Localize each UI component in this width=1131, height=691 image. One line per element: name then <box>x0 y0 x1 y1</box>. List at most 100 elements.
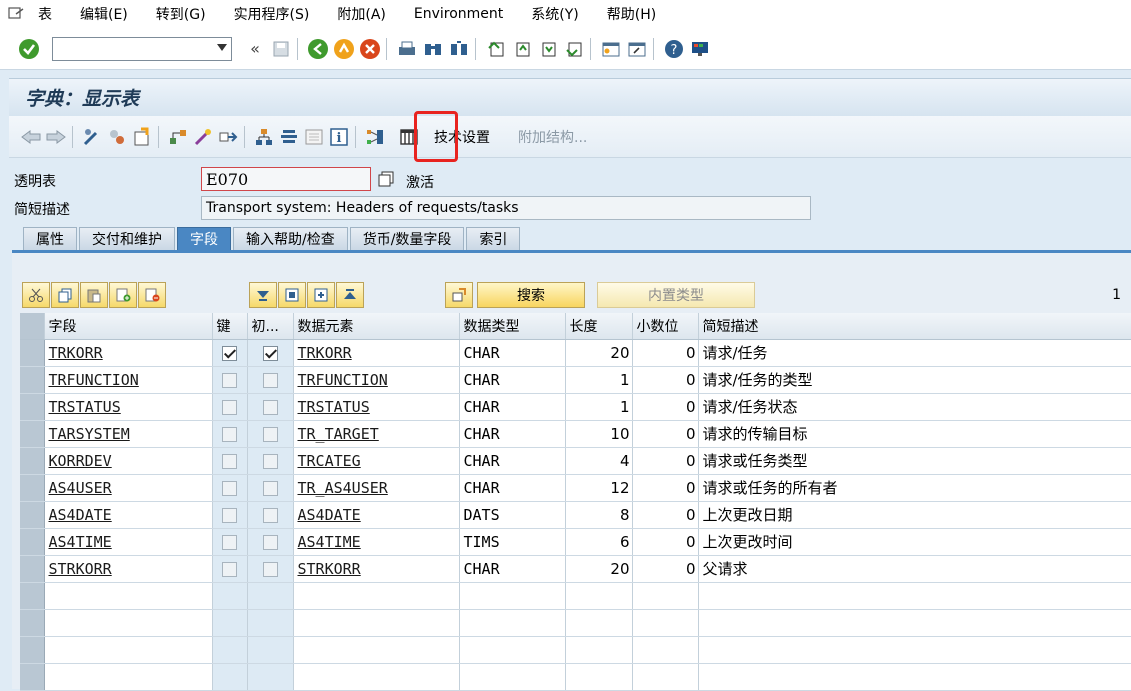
checkbox[interactable] <box>262 372 278 388</box>
data-element-cell[interactable]: STRKORR <box>293 555 460 583</box>
key-checkbox-cell[interactable] <box>212 366 248 394</box>
graph-icon[interactable] <box>364 126 386 148</box>
short-description-field[interactable]: Transport system: Headers of requests/ta… <box>201 196 811 220</box>
tab-attributes[interactable]: 属性 <box>23 227 77 250</box>
arrow-right-icon[interactable] <box>45 126 67 148</box>
row-selector[interactable] <box>20 420 45 448</box>
cut-icon[interactable] <box>22 282 50 308</box>
insert-row-icon[interactable] <box>109 282 137 308</box>
tab-currency-quantity-fields[interactable]: 货币/数量字段 <box>349 227 465 250</box>
row-selector[interactable] <box>20 582 45 610</box>
where-used-list-icon[interactable] <box>445 282 473 308</box>
checkbox[interactable] <box>262 426 278 442</box>
checkbox[interactable] <box>262 534 278 550</box>
menu-edit[interactable]: 编辑(E) <box>80 4 128 24</box>
checkbox[interactable] <box>222 453 237 469</box>
key-checkbox-cell[interactable] <box>212 501 248 529</box>
checkbox[interactable] <box>262 480 278 496</box>
initial-values-checkbox-cell[interactable] <box>247 393 294 421</box>
data-element-cell[interactable] <box>293 609 460 637</box>
initial-values-checkbox-cell[interactable] <box>247 555 294 583</box>
data-element-cell[interactable]: TRSTATUS <box>293 393 460 421</box>
data-element-cell[interactable]: AS4DATE <box>293 501 460 529</box>
column-header-key[interactable]: 键 <box>212 313 248 340</box>
column-header-data-type[interactable]: 数据类型 <box>459 313 566 340</box>
column-header-decimals[interactable]: 小数位 <box>632 313 699 340</box>
field-name-cell[interactable]: AS4DATE <box>44 501 213 529</box>
key-checkbox-cell[interactable] <box>212 582 248 610</box>
find-icon[interactable] <box>422 38 444 60</box>
menu-help[interactable]: 帮助(H) <box>607 4 656 24</box>
navigate-icon[interactable] <box>217 126 239 148</box>
menu-utilities[interactable]: 实用程序(S) <box>234 4 310 24</box>
find-next-icon[interactable] <box>448 38 470 60</box>
activate-icon[interactable] <box>131 126 153 148</box>
delete-row-icon[interactable] <box>138 282 166 308</box>
initial-values-checkbox-cell[interactable] <box>247 501 294 529</box>
include-structure-icon[interactable] <box>307 282 335 308</box>
next-page-icon[interactable] <box>537 38 559 60</box>
initial-values-checkbox-cell[interactable] <box>247 447 294 475</box>
command-field[interactable] <box>52 36 232 61</box>
row-selector[interactable] <box>20 393 45 421</box>
key-checkbox-cell[interactable] <box>212 420 248 448</box>
table-name-field[interactable]: E070 <box>201 167 371 191</box>
checkbox[interactable] <box>262 507 278 523</box>
back-icon[interactable] <box>307 38 329 60</box>
exit-icon[interactable] <box>333 38 355 60</box>
select-all-header[interactable] <box>20 313 45 340</box>
checkbox[interactable] <box>262 345 278 361</box>
column-header-short-description[interactable]: 简短描述 <box>698 313 1131 340</box>
field-name-cell[interactable]: KORRDEV <box>44 447 213 475</box>
checkbox[interactable] <box>222 534 237 550</box>
checkbox[interactable] <box>222 399 237 415</box>
last-page-icon[interactable] <box>563 38 585 60</box>
row-selector[interactable] <box>20 528 45 556</box>
data-element-cell[interactable]: AS4TIME <box>293 528 460 556</box>
check-object-icon[interactable] <box>106 126 128 148</box>
row-selector[interactable] <box>20 447 45 475</box>
field-name-cell[interactable]: TRKORR <box>44 339 213 367</box>
copy-row-icon[interactable] <box>51 282 79 308</box>
tab-indexes[interactable]: 索引 <box>466 227 521 250</box>
key-checkbox-cell[interactable] <box>212 447 248 475</box>
key-checkbox-cell[interactable] <box>212 663 248 691</box>
field-name-cell[interactable]: TRFUNCTION <box>44 366 213 394</box>
checkbox[interactable] <box>222 372 237 388</box>
data-element-cell[interactable] <box>293 582 460 610</box>
display-change-icon[interactable] <box>81 126 103 148</box>
tab-fields[interactable]: 字段 <box>177 227 231 250</box>
where-used-icon[interactable] <box>167 126 189 148</box>
field-name-cell[interactable]: STRKORR <box>44 555 213 583</box>
field-name-cell[interactable]: TRSTATUS <box>44 393 213 421</box>
tab-input-help-check[interactable]: 输入帮助/检查 <box>233 227 348 250</box>
filter-up-icon[interactable] <box>336 282 364 308</box>
checkbox[interactable] <box>222 561 237 577</box>
save-icon[interactable] <box>270 38 292 60</box>
data-element-cell[interactable]: TRFUNCTION <box>293 366 460 394</box>
data-element-cell[interactable]: TR_AS4USER <box>293 474 460 502</box>
menu-extras[interactable]: 附加(A) <box>337 4 386 24</box>
prev-page-icon[interactable] <box>511 38 533 60</box>
tab-delivery-maintenance[interactable]: 交付和维护 <box>79 227 175 250</box>
collapse-icon[interactable]: « <box>244 38 266 60</box>
row-selector[interactable] <box>20 366 45 394</box>
enter-icon[interactable] <box>16 36 42 62</box>
field-name-cell[interactable] <box>44 609 213 637</box>
initial-values-checkbox-cell[interactable] <box>247 636 294 664</box>
info-icon[interactable]: i <box>328 126 350 148</box>
initial-values-checkbox-cell[interactable] <box>247 609 294 637</box>
field-name-cell[interactable] <box>44 636 213 664</box>
initial-values-checkbox-cell[interactable] <box>247 663 294 691</box>
shortcut-icon[interactable] <box>626 38 648 60</box>
data-element-cell[interactable]: TRKORR <box>293 339 460 367</box>
key-checkbox-cell[interactable] <box>212 339 248 367</box>
menu-environment[interactable]: Environment <box>414 6 503 22</box>
list-icon[interactable] <box>303 126 325 148</box>
key-checkbox-cell[interactable] <box>212 555 248 583</box>
key-checkbox-cell[interactable] <box>212 474 248 502</box>
print-icon[interactable] <box>396 38 418 60</box>
select-block-icon[interactable] <box>278 282 306 308</box>
chevron-down-icon[interactable] <box>217 43 227 51</box>
checkbox[interactable] <box>262 399 278 415</box>
